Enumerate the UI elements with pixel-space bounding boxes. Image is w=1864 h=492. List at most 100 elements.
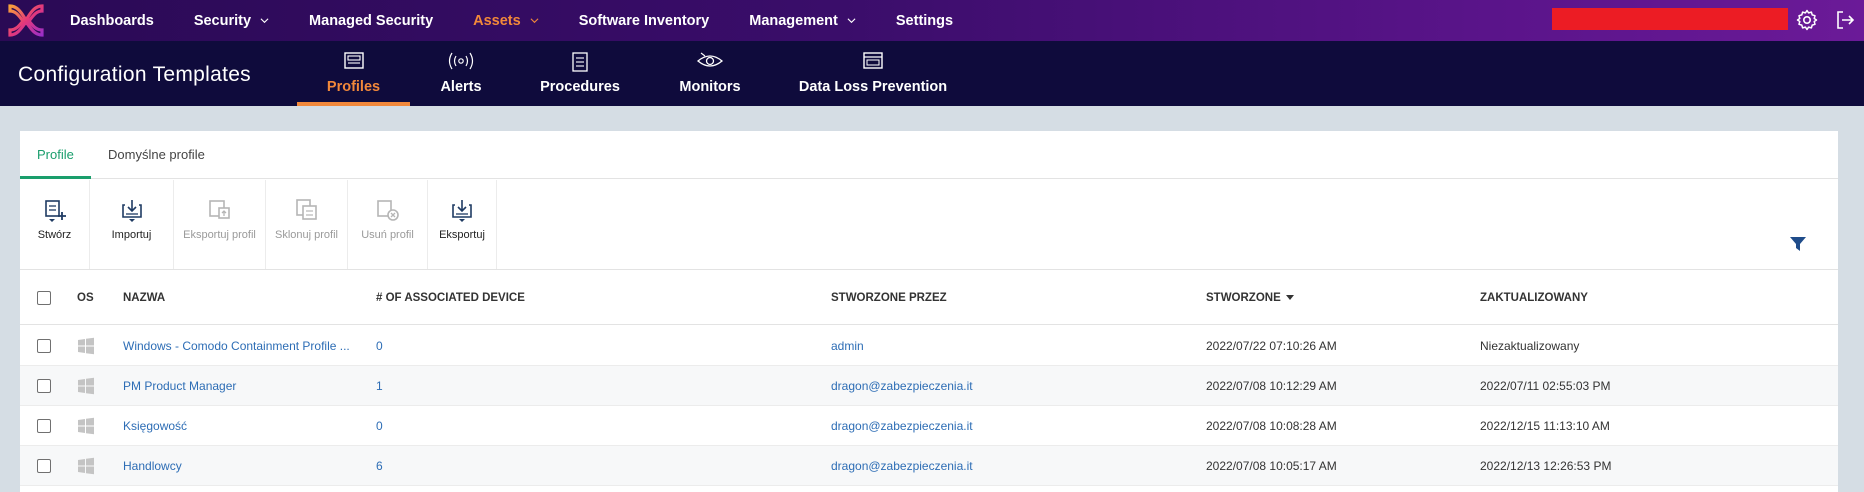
export-profile-button[interactable]: Eksportuj profil	[174, 180, 266, 269]
import-icon	[121, 200, 142, 222]
nav-managed-security-label: Managed Security	[309, 12, 434, 29]
updated-date: 2022/12/13 12:26:53 PM	[1480, 459, 1612, 473]
tab-profiles-label: Profiles	[326, 79, 381, 95]
column-created-label: STWORZONE	[1206, 292, 1281, 304]
select-all-checkbox[interactable]	[37, 291, 51, 305]
dlp-icon	[863, 52, 883, 69]
sort-desc-icon	[1285, 295, 1294, 301]
tab-default-profiles[interactable]: Domyślne profile	[91, 131, 222, 179]
created-by-link[interactable]: dragon@zabezpieczenia.it	[831, 406, 973, 446]
tab-default-profiles-label: Domyślne profile	[108, 147, 205, 162]
row-checkbox[interactable]	[37, 379, 51, 393]
associated-devices-link[interactable]: 0	[376, 406, 383, 446]
created-date: 2022/07/08 10:05:17 AM	[1206, 459, 1337, 473]
windows-icon	[78, 377, 94, 395]
column-name[interactable]: NAZWA	[123, 271, 165, 325]
created-by-link[interactable]: admin	[831, 326, 864, 366]
profile-name-link[interactable]: PM Product Manager	[123, 366, 236, 406]
import-button-label: Importuj	[111, 229, 152, 241]
nav-settings-label: Settings	[895, 12, 954, 29]
tab-data-loss-prevention-label: Data Loss Prevention	[798, 79, 948, 95]
delete-profile-button-label: Usuń profil	[361, 229, 414, 241]
toolbar: Stwórz Importuj Eksportuj profil Sklonuj…	[20, 180, 1838, 270]
column-associated-devices[interactable]: # OF ASSOCIATED DEVICE	[376, 271, 525, 325]
nav-dashboards[interactable]: Dashboards	[70, 13, 154, 29]
nav-security[interactable]: Security	[194, 13, 269, 29]
row-checkbox[interactable]	[37, 459, 51, 473]
export-profile-button-label: Eksportuj profil	[183, 229, 256, 241]
nav-settings[interactable]: Settings	[896, 13, 953, 29]
chevron-down-icon	[530, 18, 539, 24]
profile-name-link[interactable]: Handlowcy	[123, 446, 182, 486]
page-title: Configuration Templates	[18, 63, 251, 86]
create-icon	[44, 200, 66, 222]
clone-profile-button-label: Sklonuj profil	[275, 229, 338, 241]
tab-profile-label: Profile	[37, 147, 74, 162]
section-header: Configuration Templates Profiles Alerts …	[0, 41, 1864, 106]
created-by-link[interactable]: dragon@zabezpieczenia.it	[831, 446, 973, 486]
tab-alerts[interactable]: Alerts	[432, 41, 490, 106]
profile-name-link[interactable]: Windows - Comodo Containment Profile ...	[123, 326, 350, 366]
windows-icon	[78, 337, 94, 355]
updated-date: 2022/12/15 11:13:10 AM	[1480, 419, 1610, 433]
associated-devices-link[interactable]: 1	[376, 366, 383, 406]
tab-profiles[interactable]: Profiles	[297, 41, 410, 106]
clone-profile-button[interactable]: Sklonuj profil	[266, 180, 348, 269]
logout-icon[interactable]	[1833, 8, 1857, 32]
gear-icon[interactable]	[1795, 8, 1819, 32]
table-row: Handlowcy 6 dragon@zabezpieczenia.it 202…	[20, 446, 1838, 486]
created-by-link[interactable]: dragon@zabezpieczenia.it	[831, 366, 973, 406]
nav-software-inventory[interactable]: Software Inventory	[579, 13, 710, 29]
created-date: 2022/07/08 10:12:29 AM	[1206, 379, 1337, 393]
nav-management[interactable]: Management	[749, 13, 856, 29]
create-button-label: Stwórz	[37, 229, 72, 241]
associated-devices-link[interactable]: 0	[376, 326, 383, 366]
filter-icon[interactable]	[1789, 235, 1807, 253]
logo-icon[interactable]	[6, 2, 46, 39]
row-checkbox[interactable]	[37, 339, 51, 353]
content-panel: Profile Domyślne profile Stwórz Importuj	[20, 131, 1838, 492]
export-button-label: Eksportuj	[439, 229, 485, 241]
nav-managed-security[interactable]: Managed Security	[309, 13, 433, 29]
chevron-down-icon	[847, 18, 856, 24]
nav-management-label: Management	[749, 12, 838, 29]
chevron-down-icon	[260, 18, 269, 24]
export-profile-icon	[208, 200, 230, 219]
nav-dashboards-label: Dashboards	[70, 12, 154, 29]
delete-profile-button[interactable]: Usuń profil	[348, 180, 428, 269]
nav-assets[interactable]: Assets	[473, 13, 539, 29]
nav-security-label: Security	[193, 12, 252, 29]
tab-monitors[interactable]: Monitors	[678, 41, 742, 106]
import-button[interactable]: Importuj	[90, 180, 174, 269]
row-checkbox[interactable]	[37, 419, 51, 433]
profile-name-link[interactable]: Księgowość	[123, 406, 187, 446]
tab-procedures-label: Procedures	[540, 79, 620, 95]
nav-assets-label: Assets	[473, 12, 521, 29]
tab-alerts-label: Alerts	[440, 79, 482, 95]
main-menu: Dashboards Security Managed Security Ass…	[70, 0, 993, 41]
column-created[interactable]: STWORZONE	[1206, 271, 1294, 325]
profiles-icon	[343, 52, 364, 69]
clone-icon	[295, 199, 317, 220]
procedures-icon	[572, 52, 588, 72]
column-updated[interactable]: ZAKTUALIZOWANY	[1480, 271, 1588, 325]
redacted-user-info	[1552, 8, 1788, 30]
table-row: Księgowość 0 dragon@zabezpieczenia.it 20…	[20, 406, 1838, 446]
associated-devices-link[interactable]: 6	[376, 446, 383, 486]
tab-profile[interactable]: Profile	[20, 131, 91, 179]
windows-icon	[78, 457, 94, 475]
tab-data-loss-prevention[interactable]: Data Loss Prevention	[798, 41, 948, 106]
monitors-icon	[696, 52, 724, 67]
table-row: Windows - Comodo Containment Profile ...…	[20, 326, 1838, 366]
created-date: 2022/07/22 07:10:26 AM	[1206, 339, 1337, 353]
tab-procedures[interactable]: Procedures	[540, 41, 620, 106]
nav-software-inventory-label: Software Inventory	[578, 12, 710, 29]
updated-date: Niezaktualizowany	[1480, 339, 1580, 353]
export-icon	[452, 200, 472, 222]
delete-icon	[376, 200, 399, 221]
column-os[interactable]: OS	[77, 271, 94, 325]
column-created-by[interactable]: STWORZONE PRZEZ	[831, 271, 947, 325]
windows-icon	[78, 417, 94, 435]
create-button[interactable]: Stwórz	[20, 180, 90, 269]
export-button[interactable]: Eksportuj	[428, 180, 497, 269]
